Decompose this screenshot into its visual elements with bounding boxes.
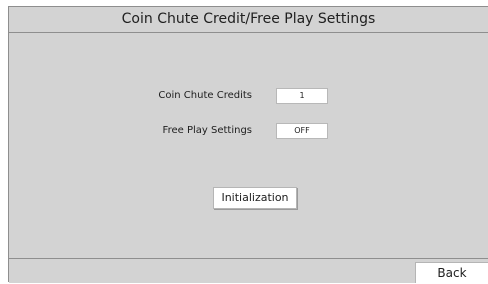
setting-row-free-play: Free Play Settings OFF (9, 123, 488, 139)
settings-screen: Coin Chute Credit/Free Play Settings Coi… (8, 6, 488, 283)
free-play-settings-value[interactable]: OFF (276, 123, 328, 139)
page-title: Coin Chute Credit/Free Play Settings (9, 7, 488, 33)
coin-chute-credits-label: Coin Chute Credits (158, 90, 252, 101)
initialization-button[interactable]: Initialization (213, 187, 297, 209)
coin-chute-credits-value[interactable]: 1 (276, 88, 328, 104)
setting-row-coin-chute-credits: Coin Chute Credits 1 (9, 88, 488, 104)
free-play-settings-label: Free Play Settings (162, 125, 252, 136)
back-button[interactable]: Back (415, 262, 488, 283)
